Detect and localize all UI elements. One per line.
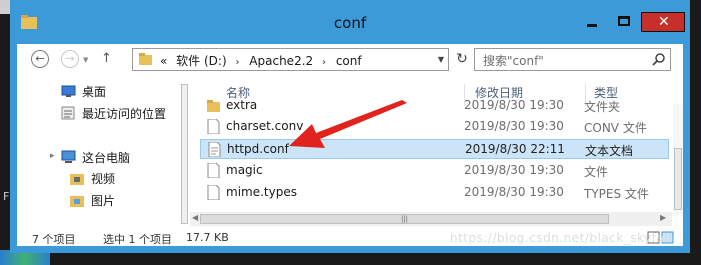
- file-icon: [207, 163, 220, 178]
- breadcrumb-separator[interactable]: ›: [322, 57, 326, 68]
- breadcrumb-separator[interactable]: ›: [235, 57, 239, 68]
- navpane-scrollbar[interactable]: [181, 84, 189, 228]
- breadcrumb: « 软件 (D:) › Apache2.2 › conf: [160, 52, 367, 69]
- nav-item-label: 图片: [91, 194, 116, 208]
- address-bar[interactable]: « 软件 (D:) › Apache2.2 › conf ▼: [132, 48, 449, 71]
- navigation-bar: ← → ▼ ↑ « 软件 (D:) › Apache2.2 › conf ▼ ↻…: [17, 44, 683, 78]
- folder-icon: [139, 53, 152, 65]
- nav-item-label: 这台电脑: [82, 151, 131, 165]
- minimize-icon: [587, 24, 597, 27]
- folder-icon: [207, 100, 220, 112]
- file-type: 文件夹: [584, 100, 621, 114]
- recent-places-icon: [61, 106, 75, 120]
- close-button[interactable]: ✕: [641, 12, 685, 32]
- nav-item-label: 桌面: [82, 85, 107, 99]
- videos-folder-icon: [70, 174, 84, 185]
- file-icon: [207, 119, 220, 134]
- refresh-icon: ↻: [456, 51, 468, 67]
- back-arrow-icon: ←: [35, 52, 45, 65]
- status-selected: 选中 1 个项目: [103, 233, 172, 246]
- back-button[interactable]: ←: [31, 50, 49, 68]
- file-date: 2019/8/30 19:30: [464, 163, 564, 177]
- forward-arrow-icon: →: [65, 52, 75, 65]
- title-bar[interactable]: conf ✕: [10, 0, 690, 44]
- file-list-scroll-thumb[interactable]: [674, 148, 682, 210]
- file-name: charset.conv: [226, 119, 304, 133]
- window-client: ← → ▼ ↑ « 软件 (D:) › Apache2.2 › conf ▼ ↻…: [17, 44, 683, 246]
- navpane-scroll-thumb[interactable]: [181, 84, 188, 224]
- file-row-selected[interactable]: httpd.conf 2019/8/30 22:11 文本文档: [200, 139, 669, 159]
- up-button[interactable]: ↑: [101, 51, 112, 66]
- file-type: 文本文档: [585, 144, 634, 158]
- address-dropdown-icon[interactable]: ▼: [438, 55, 444, 64]
- file-name: extra: [226, 98, 258, 112]
- minimize-button[interactable]: [577, 12, 607, 32]
- status-size: 17.7 KB: [186, 231, 229, 244]
- search-input[interactable]: 搜索"conf": [474, 48, 671, 71]
- file-type: TYPES 文件: [584, 187, 649, 201]
- computer-icon: [61, 150, 76, 163]
- file-date: 2019/8/30 22:11: [465, 142, 565, 156]
- file-type: 文件: [584, 165, 609, 179]
- file-row[interactable]: magic 2019/8/30 19:30 文件: [200, 161, 669, 181]
- desktop-edge-label: F: [3, 190, 10, 203]
- file-list-horizontal-scrollbar[interactable]: ◀ ||| ▶: [190, 212, 672, 226]
- file-row[interactable]: mime.types 2019/8/30 19:30 TYPES 文件: [200, 183, 669, 203]
- file-name: httpd.conf: [227, 142, 289, 156]
- file-list-vertical-scrollbar[interactable]: [673, 104, 683, 216]
- refresh-button[interactable]: ↻: [453, 48, 471, 71]
- file-date: 2019/8/30 19:30: [464, 98, 564, 112]
- recent-locations-dropdown[interactable]: ▼: [83, 56, 88, 64]
- search-icon: [652, 53, 665, 66]
- desktop-icon: [61, 85, 76, 97]
- file-date: 2019/8/30 19:30: [464, 119, 564, 133]
- status-item-count: 7 个项目: [32, 233, 76, 246]
- breadcrumb-conf[interactable]: conf: [336, 54, 362, 68]
- text-file-icon: [208, 142, 221, 157]
- file-name: mime.types: [226, 185, 297, 199]
- file-icon: [207, 185, 220, 200]
- nav-item-label: 最近访问的位置: [82, 107, 167, 121]
- scroll-right-icon[interactable]: ▶: [660, 213, 666, 222]
- search-placeholder: 搜索"conf": [483, 54, 544, 68]
- horizontal-scroll-thumb[interactable]: |||: [200, 214, 609, 224]
- file-list: 名称 修改日期 类型 extra 2019/8/30 19:30 文件夹 cha…: [190, 78, 683, 228]
- breadcrumb-overflow[interactable]: «: [160, 54, 167, 68]
- navigation-pane: 桌面 最近访问的位置 ▸ 这台电脑 视频 图片: [17, 78, 177, 228]
- up-arrow-icon: ↑: [101, 51, 112, 66]
- explorer-window: conf ✕ ← → ▼ ↑ « 软件 (D:) › Apache2.2 › c…: [10, 0, 690, 253]
- file-type: CONV 文件: [584, 121, 647, 135]
- file-date: 2019/8/30 19:30: [464, 185, 564, 199]
- scroll-left-icon[interactable]: ◀: [192, 213, 198, 222]
- breadcrumb-drive[interactable]: 软件 (D:): [176, 54, 226, 68]
- file-name: magic: [226, 163, 263, 177]
- file-row[interactable]: extra 2019/8/30 19:30 文件夹: [200, 96, 669, 116]
- file-row[interactable]: charset.conv 2019/8/30 19:30 CONV 文件: [200, 117, 669, 137]
- watermark-text: https://blog.csdn.net/black_skyfall: [450, 231, 672, 245]
- expand-icon[interactable]: ▸: [50, 151, 55, 161]
- nav-item-label: 视频: [91, 172, 116, 186]
- breadcrumb-apache[interactable]: Apache2.2: [249, 54, 313, 68]
- close-icon: ✕: [658, 14, 670, 30]
- maximize-icon: [618, 16, 630, 26]
- forward-button[interactable]: →: [61, 50, 79, 68]
- maximize-button[interactable]: [609, 12, 639, 32]
- pictures-folder-icon: [70, 196, 84, 207]
